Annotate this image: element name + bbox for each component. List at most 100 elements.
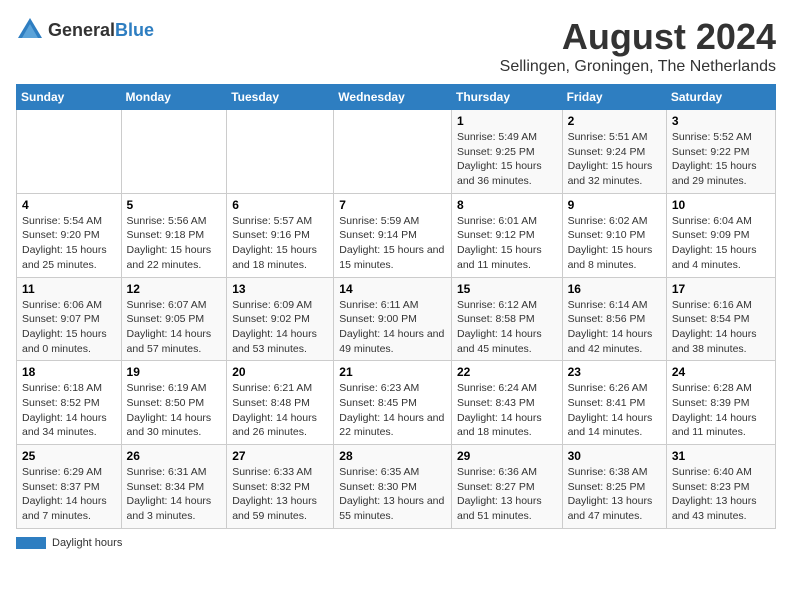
logo-general: General <box>48 20 115 40</box>
day-header: Thursday <box>451 85 562 110</box>
calendar-cell: 17 Sunrise: 6:16 AM Sunset: 8:54 PM Dayli… <box>666 277 775 361</box>
title-block: August 2024 Sellingen, Groningen, The Ne… <box>500 16 776 76</box>
calendar-week-row: 4 Sunrise: 5:54 AM Sunset: 9:20 PM Daylig… <box>17 193 776 277</box>
day-number: 3 <box>672 114 770 128</box>
page-header: GeneralBlue August 2024 Sellingen, Groni… <box>16 16 776 76</box>
day-number: 5 <box>127 198 222 212</box>
day-number: 6 <box>232 198 328 212</box>
day-number: 8 <box>457 198 557 212</box>
calendar-cell: 21Sunrise: 6:23 AM Sunset: 8:45 PM Dayli… <box>334 361 452 445</box>
day-info: Sunrise: 6:07 AM Sunset: 9:05 PM Dayligh… <box>127 298 222 357</box>
day-number: 18 <box>22 365 116 379</box>
day-number: 28 <box>339 449 446 463</box>
calendar-cell: 22 Sunrise: 6:24 AM Sunset: 8:43 PM Dayli… <box>451 361 562 445</box>
subtitle: Sellingen, Groningen, The Netherlands <box>500 58 776 76</box>
calendar-cell: 10 Sunrise: 6:04 AM Sunset: 9:09 PM Dayli… <box>666 193 775 277</box>
day-number: 4 <box>22 198 116 212</box>
calendar-cell: 8Sunrise: 6:01 AM Sunset: 9:12 PM Daylig… <box>451 193 562 277</box>
calendar-week-row: 25 Sunrise: 6:29 AM Sunset: 8:37 PM Dayli… <box>17 445 776 529</box>
day-number: 21 <box>339 365 446 379</box>
day-number: 26 <box>127 449 222 463</box>
day-header: Sunday <box>17 85 122 110</box>
calendar-cell: 30 Sunrise: 6:38 AM Sunset: 8:25 PM Dayli… <box>562 445 666 529</box>
calendar-cell: 14 Sunrise: 6:11 AM Sunset: 9:00 PM Dayli… <box>334 277 452 361</box>
day-info: Sunrise: 6:12 AM Sunset: 8:58 PM Dayligh… <box>457 298 557 357</box>
calendar-cell: 24Sunrise: 6:28 AM Sunset: 8:39 PM Dayli… <box>666 361 775 445</box>
day-number: 19 <box>127 365 222 379</box>
logo-icon <box>16 16 44 44</box>
calendar-cell: 3 Sunrise: 5:52 AM Sunset: 9:22 PM Daylig… <box>666 110 775 194</box>
day-info: Sunrise: 6:24 AM Sunset: 8:43 PM Dayligh… <box>457 381 557 440</box>
day-info: Sunrise: 6:04 AM Sunset: 9:09 PM Dayligh… <box>672 214 770 273</box>
day-info: Sunrise: 5:57 AM Sunset: 9:16 PM Dayligh… <box>232 214 328 273</box>
day-info: Sunrise: 6:19 AM Sunset: 8:50 PM Dayligh… <box>127 381 222 440</box>
day-number: 11 <box>22 282 116 296</box>
calendar-cell: 6 Sunrise: 5:57 AM Sunset: 9:16 PM Daylig… <box>227 193 334 277</box>
calendar-cell: 15Sunrise: 6:12 AM Sunset: 8:58 PM Dayli… <box>451 277 562 361</box>
calendar-cell: 7Sunrise: 5:59 AM Sunset: 9:14 PM Daylig… <box>334 193 452 277</box>
day-info: Sunrise: 6:35 AM Sunset: 8:30 PM Dayligh… <box>339 465 446 524</box>
day-info: Sunrise: 5:52 AM Sunset: 9:22 PM Dayligh… <box>672 130 770 189</box>
calendar-table: SundayMondayTuesdayWednesdayThursdayFrid… <box>16 84 776 529</box>
day-info: Sunrise: 5:56 AM Sunset: 9:18 PM Dayligh… <box>127 214 222 273</box>
day-info: Sunrise: 6:36 AM Sunset: 8:27 PM Dayligh… <box>457 465 557 524</box>
day-number: 13 <box>232 282 328 296</box>
calendar-cell: 9Sunrise: 6:02 AM Sunset: 9:10 PM Daylig… <box>562 193 666 277</box>
calendar-cell: 27Sunrise: 6:33 AM Sunset: 8:32 PM Dayli… <box>227 445 334 529</box>
day-number: 20 <box>232 365 328 379</box>
day-info: Sunrise: 6:29 AM Sunset: 8:37 PM Dayligh… <box>22 465 116 524</box>
day-info: Sunrise: 6:16 AM Sunset: 8:54 PM Dayligh… <box>672 298 770 357</box>
calendar-cell: 1 Sunrise: 5:49 AM Sunset: 9:25 PM Daylig… <box>451 110 562 194</box>
day-info: Sunrise: 6:26 AM Sunset: 8:41 PM Dayligh… <box>568 381 661 440</box>
calendar-header-row: SundayMondayTuesdayWednesdayThursdayFrid… <box>17 85 776 110</box>
legend: Daylight hours <box>16 537 776 549</box>
day-number: 31 <box>672 449 770 463</box>
day-number: 25 <box>22 449 116 463</box>
day-number: 17 <box>672 282 770 296</box>
day-header: Monday <box>121 85 227 110</box>
day-number: 23 <box>568 365 661 379</box>
day-info: Sunrise: 6:38 AM Sunset: 8:25 PM Dayligh… <box>568 465 661 524</box>
calendar-cell: 18Sunrise: 6:18 AM Sunset: 8:52 PM Dayli… <box>17 361 122 445</box>
calendar-cell: 20 Sunrise: 6:21 AM Sunset: 8:48 PM Dayli… <box>227 361 334 445</box>
legend-label: Daylight hours <box>52 537 122 549</box>
calendar-cell: 2 Sunrise: 5:51 AM Sunset: 9:24 PM Daylig… <box>562 110 666 194</box>
day-number: 29 <box>457 449 557 463</box>
day-info: Sunrise: 6:02 AM Sunset: 9:10 PM Dayligh… <box>568 214 661 273</box>
day-info: Sunrise: 6:06 AM Sunset: 9:07 PM Dayligh… <box>22 298 116 357</box>
calendar-week-row: 18Sunrise: 6:18 AM Sunset: 8:52 PM Dayli… <box>17 361 776 445</box>
calendar-cell: 23 Sunrise: 6:26 AM Sunset: 8:41 PM Dayli… <box>562 361 666 445</box>
day-number: 22 <box>457 365 557 379</box>
day-info: Sunrise: 6:14 AM Sunset: 8:56 PM Dayligh… <box>568 298 661 357</box>
day-number: 10 <box>672 198 770 212</box>
calendar-week-row: 1 Sunrise: 5:49 AM Sunset: 9:25 PM Daylig… <box>17 110 776 194</box>
day-info: Sunrise: 6:40 AM Sunset: 8:23 PM Dayligh… <box>672 465 770 524</box>
day-info: Sunrise: 5:59 AM Sunset: 9:14 PM Dayligh… <box>339 214 446 273</box>
calendar-cell: 25 Sunrise: 6:29 AM Sunset: 8:37 PM Dayli… <box>17 445 122 529</box>
calendar-cell: 26 Sunrise: 6:31 AM Sunset: 8:34 PM Dayli… <box>121 445 227 529</box>
day-number: 12 <box>127 282 222 296</box>
day-header: Friday <box>562 85 666 110</box>
day-info: Sunrise: 6:21 AM Sunset: 8:48 PM Dayligh… <box>232 381 328 440</box>
day-number: 27 <box>232 449 328 463</box>
calendar-cell: 4 Sunrise: 5:54 AM Sunset: 9:20 PM Daylig… <box>17 193 122 277</box>
logo: GeneralBlue <box>16 16 154 44</box>
day-number: 2 <box>568 114 661 128</box>
calendar-cell: 29 Sunrise: 6:36 AM Sunset: 8:27 PM Dayli… <box>451 445 562 529</box>
calendar-cell <box>121 110 227 194</box>
calendar-week-row: 11 Sunrise: 6:06 AM Sunset: 9:07 PM Dayli… <box>17 277 776 361</box>
day-info: Sunrise: 6:31 AM Sunset: 8:34 PM Dayligh… <box>127 465 222 524</box>
calendar-cell: 28 Sunrise: 6:35 AM Sunset: 8:30 PM Dayli… <box>334 445 452 529</box>
day-number: 1 <box>457 114 557 128</box>
day-info: Sunrise: 5:54 AM Sunset: 9:20 PM Dayligh… <box>22 214 116 273</box>
calendar-cell: 12 Sunrise: 6:07 AM Sunset: 9:05 PM Dayli… <box>121 277 227 361</box>
day-header: Saturday <box>666 85 775 110</box>
day-info: Sunrise: 6:09 AM Sunset: 9:02 PM Dayligh… <box>232 298 328 357</box>
day-info: Sunrise: 5:49 AM Sunset: 9:25 PM Dayligh… <box>457 130 557 189</box>
day-info: Sunrise: 5:51 AM Sunset: 9:24 PM Dayligh… <box>568 130 661 189</box>
calendar-cell <box>334 110 452 194</box>
day-number: 30 <box>568 449 661 463</box>
calendar-cell <box>227 110 334 194</box>
day-number: 14 <box>339 282 446 296</box>
day-info: Sunrise: 6:11 AM Sunset: 9:00 PM Dayligh… <box>339 298 446 357</box>
